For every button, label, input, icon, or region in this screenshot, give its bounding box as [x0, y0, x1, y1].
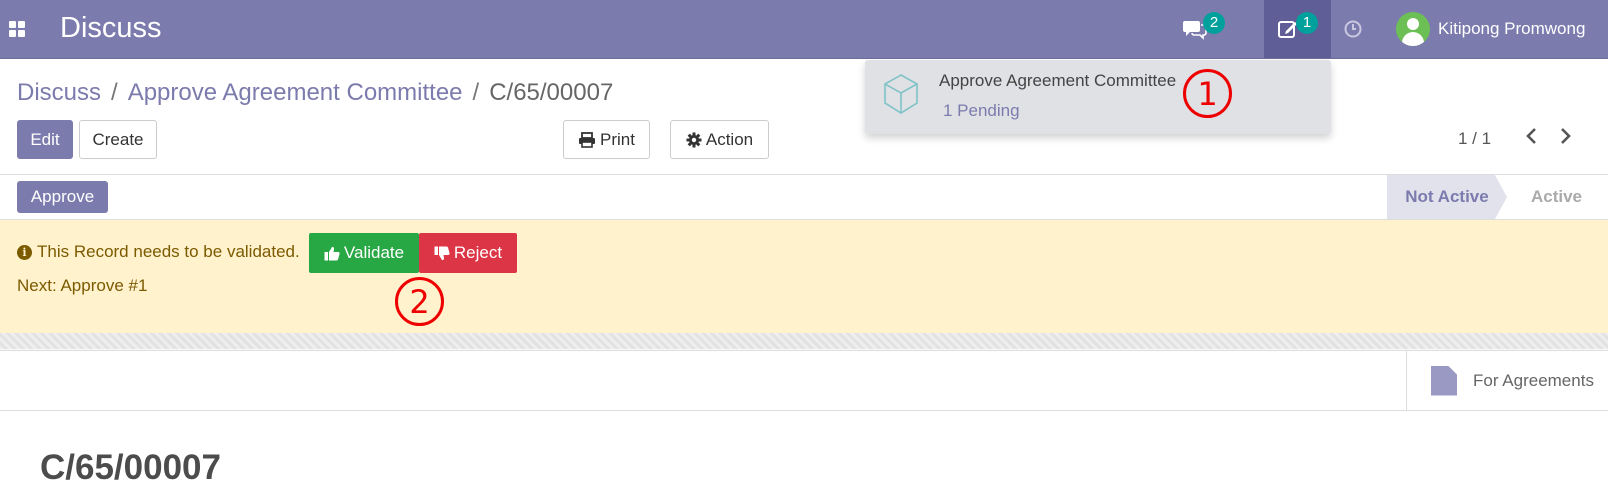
- record-title: C/65/00007: [40, 448, 221, 487]
- status-bar: Approve Not Active Active: [0, 175, 1608, 220]
- gear-icon: [686, 132, 702, 147]
- pager-value[interactable]: 1 / 1: [1458, 129, 1491, 149]
- chevron-left-icon[interactable]: [1521, 127, 1541, 151]
- validation-message: i This Record needs to be validated.: [17, 242, 300, 262]
- reject-label: Reject: [453, 243, 503, 262]
- next-approver-text: Next: Approve #1: [17, 276, 148, 295]
- form-sheet: For Agreements C/65/00007: [0, 350, 1608, 493]
- activity-pending-count[interactable]: 1 Pending: [943, 101, 1020, 121]
- cube-icon: [884, 74, 918, 114]
- edit-button[interactable]: Edit: [17, 120, 73, 159]
- activities-badge: 1: [1296, 12, 1318, 34]
- breadcrumb-separator: /: [472, 79, 480, 106]
- thumbs-up-icon: [324, 246, 340, 260]
- print-label: Print: [600, 129, 635, 149]
- breadcrumb: Discuss / Approve Agreement Committee / …: [17, 79, 613, 107]
- reject-button[interactable]: Reject: [419, 233, 517, 273]
- top-navbar: Discuss 2 1 Kitipong Promwong: [0, 0, 1608, 59]
- activity-item-title[interactable]: Approve Agreement Committee: [939, 71, 1176, 91]
- print-icon: [579, 131, 596, 148]
- create-button[interactable]: Create: [79, 120, 157, 159]
- user-name: Kitipong Promwong: [1438, 19, 1586, 38]
- clock-icon: [1344, 20, 1362, 38]
- for-agreements-button[interactable]: For Agreements: [1406, 351, 1608, 410]
- validation-alert: i This Record needs to be validated. Val…: [0, 220, 1608, 333]
- breadcrumb-approve-agreement-committee[interactable]: Approve Agreement Committee: [128, 79, 463, 107]
- breadcrumb-discuss[interactable]: Discuss: [17, 79, 101, 107]
- stage-not-active[interactable]: Not Active: [1387, 175, 1507, 219]
- step-marker-1: 1: [1183, 69, 1232, 118]
- stage-active[interactable]: Active: [1505, 175, 1608, 219]
- messages-badge: 2: [1203, 12, 1225, 34]
- control-panel: Discuss / Approve Agreement Committee / …: [0, 59, 1608, 175]
- button-box: For Agreements: [0, 351, 1608, 411]
- messages-menu[interactable]: 2: [1183, 0, 1265, 58]
- action-button[interactable]: Action: [670, 120, 769, 159]
- divider: [0, 333, 1608, 349]
- clock-menu[interactable]: [1330, 0, 1380, 58]
- avatar: [1396, 12, 1430, 46]
- breadcrumb-current: C/65/00007: [489, 79, 614, 106]
- breadcrumb-separator: /: [111, 79, 118, 106]
- action-label: Action: [705, 129, 754, 149]
- approve-button[interactable]: Approve: [17, 181, 108, 213]
- thumbs-down-icon: [434, 246, 450, 260]
- app-title[interactable]: Discuss: [60, 12, 162, 45]
- validate-label: Validate: [343, 243, 405, 262]
- step-marker-2: 2: [395, 277, 444, 326]
- activities-menu[interactable]: 1: [1264, 0, 1331, 58]
- document-icon: [1431, 365, 1457, 396]
- validation-message-text: This Record needs to be validated.: [37, 242, 300, 261]
- for-agreements-label: For Agreements: [1473, 370, 1594, 390]
- chevron-right-icon[interactable]: [1556, 127, 1576, 151]
- validate-button[interactable]: Validate: [309, 233, 419, 273]
- apps-menu-icon[interactable]: [9, 21, 27, 37]
- print-button[interactable]: Print: [563, 120, 650, 159]
- info-icon: i: [17, 244, 32, 260]
- user-menu[interactable]: Kitipong Promwong: [1396, 12, 1585, 46]
- activity-dropdown: Approve Agreement Committee 1 Pending: [865, 60, 1331, 134]
